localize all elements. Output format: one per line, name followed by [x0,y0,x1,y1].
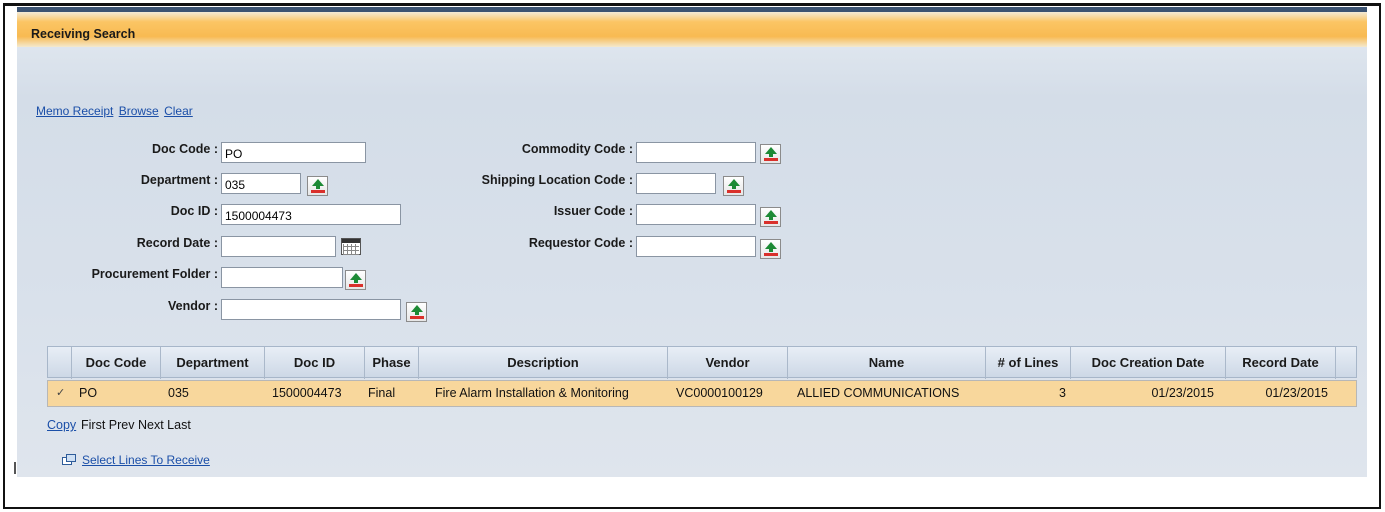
select-lines-link[interactable]: Select Lines To Receive [82,453,210,467]
column-department[interactable]: Department [161,347,265,379]
copy-link[interactable]: Copy [47,418,76,432]
pager-nav: First Prev Next Last [81,418,191,432]
commodity-code-lookup-icon[interactable] [760,144,781,164]
procurement-folder-input[interactable] [221,267,343,288]
last-page-link[interactable]: Last [167,418,191,432]
cell-num-lines: 3 [1059,386,1066,400]
column-phase[interactable]: Phase [365,347,419,379]
vendor-lookup-icon[interactable] [406,302,427,322]
cell-doc-id: 1500004473 [272,386,342,400]
cell-vendor: VC0000100129 [676,386,763,400]
procurement-folder-label: Procurement Folder : [91,267,218,281]
department-input[interactable]: 035 [221,173,301,194]
cell-name: ALLIED COMMUNICATIONS [797,386,960,400]
requestor-code-input[interactable] [636,236,756,257]
column-doc-code[interactable]: Doc Code [72,347,161,379]
column-doc-creation-date[interactable]: Doc Creation Date [1071,347,1226,379]
cell-phase: Final [368,386,396,400]
requestor-code-label: Requestor Code : [528,236,633,250]
issuer-code-lookup-icon[interactable] [760,207,781,227]
row-selected-check-icon: ✓ [56,387,66,399]
column-doc-id[interactable]: Doc ID [265,347,365,379]
table-header: Doc Code Department Doc ID Phase Descrip… [47,346,1357,379]
cell-doc-code: PO [79,386,98,400]
memo-receipt-link[interactable]: Memo Receipt [36,104,113,118]
record-date-input[interactable] [221,236,336,257]
cell-department: 035 [168,386,189,400]
pager: Copy First Prev Next Last [47,418,191,432]
column-description[interactable]: Description [419,347,668,379]
doc-code-label: Doc Code : [152,142,218,156]
column-record-date[interactable]: Record Date [1226,347,1336,379]
action-links: Memo Receipt Browse Clear [36,104,195,118]
column-num-lines[interactable]: # of Lines [986,347,1071,379]
issuer-code-label: Issuer Code : [553,204,633,218]
doc-id-label: Doc ID : [170,204,218,218]
record-date-label: Record Date : [136,236,218,250]
windows-icon [62,454,76,465]
next-page-link[interactable]: Next [138,418,164,432]
column-vendor[interactable]: Vendor [668,347,788,379]
issuer-code-input[interactable] [636,204,756,225]
commodity-code-input[interactable] [636,142,756,163]
prev-page-link[interactable]: Prev [109,418,135,432]
page-title: Receiving Search [31,27,136,41]
procurement-folder-lookup-icon[interactable] [345,270,366,290]
cell-doc-creation-date: 01/23/2015 [1151,386,1214,400]
vendor-input[interactable] [221,299,401,320]
doc-code-input[interactable]: PO [221,142,366,163]
cell-record-date: 01/23/2015 [1265,386,1328,400]
requestor-code-lookup-icon[interactable] [760,239,781,259]
doc-id-input[interactable]: 1500004473 [221,204,401,225]
select-column-header [48,347,72,379]
column-name[interactable]: Name [788,347,986,379]
clear-link[interactable]: Clear [164,104,193,118]
shipping-location-code-input[interactable] [636,173,716,194]
department-lookup-icon[interactable] [307,176,328,196]
page-header: Receiving Search [17,7,1367,47]
calendar-icon[interactable] [341,238,361,255]
department-label: Department : [140,173,218,187]
browse-link[interactable]: Browse [119,104,159,118]
vendor-label: Vendor : [167,299,218,313]
shipping-location-lookup-icon[interactable] [723,176,744,196]
first-page-link[interactable]: First [81,418,105,432]
table-row[interactable]: ✓ PO 035 1500004473 Final Fire Alarm Ins… [47,380,1357,407]
divider [14,462,16,474]
cell-description: Fire Alarm Installation & Monitoring [435,386,629,400]
shipping-location-code-label: Shipping Location Code : [481,173,633,187]
commodity-code-label: Commodity Code : [521,142,633,156]
